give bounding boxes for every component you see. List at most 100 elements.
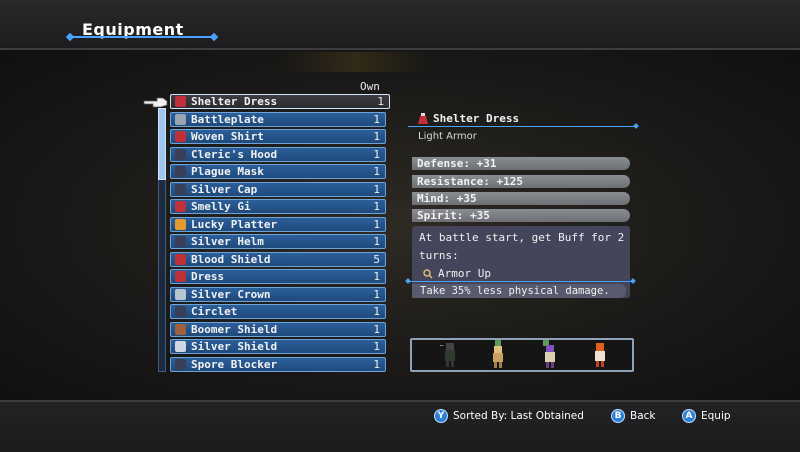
item-count: 1 bbox=[373, 112, 380, 126]
footer-bar bbox=[0, 400, 800, 452]
equip-hint[interactable]: A Equip bbox=[682, 409, 731, 423]
item-count: 5 bbox=[373, 252, 380, 266]
list-item[interactable]: Woven Shirt 1 bbox=[170, 129, 386, 144]
list-item[interactable]: Blood Shield 5 bbox=[170, 251, 386, 267]
item-count: 1 bbox=[373, 270, 380, 283]
dress-icon bbox=[418, 113, 428, 124]
list-item[interactable]: Smelly Gi 1 bbox=[170, 199, 386, 214]
stat-resistance: Resistance: +125 bbox=[412, 175, 630, 188]
detail-header: Shelter Dress bbox=[418, 112, 519, 125]
list-item[interactable]: Dress 1 bbox=[170, 269, 386, 284]
party-member-4[interactable] bbox=[590, 340, 610, 370]
own-column-header: Own bbox=[360, 80, 380, 93]
buff-row: Armor Up bbox=[423, 267, 491, 280]
buff-name: Armor Up bbox=[438, 267, 491, 280]
crown-icon bbox=[175, 288, 186, 300]
item-count: 1 bbox=[373, 305, 380, 318]
helm-icon bbox=[175, 236, 186, 247]
shirt-icon bbox=[175, 131, 186, 142]
list-item[interactable]: Circlet 1 bbox=[170, 304, 386, 319]
top-bar: Equipment bbox=[0, 0, 800, 50]
gi-icon bbox=[175, 201, 186, 212]
buff-description: Take 35% less physical damage. bbox=[412, 284, 626, 298]
list-item[interactable]: Boomer Shield 1 bbox=[170, 321, 386, 337]
item-count: 1 bbox=[373, 147, 380, 161]
sort-label: Sorted By: Last Obtained bbox=[453, 410, 584, 422]
item-count: 1 bbox=[373, 182, 380, 196]
item-count: 1 bbox=[373, 235, 380, 248]
equipment-list: Shelter Dress 1 Battleplate 1 Woven Shirt 1 Cl… bbox=[170, 94, 392, 374]
item-name: Shelter Dress bbox=[191, 95, 278, 108]
title-underline bbox=[70, 36, 214, 38]
party-member-1[interactable]: … bbox=[440, 340, 460, 370]
item-count: 1 bbox=[373, 340, 380, 353]
list-item[interactable]: Silver Cap 1 bbox=[170, 181, 386, 197]
item-name: Circlet bbox=[191, 305, 238, 318]
b-button-icon[interactable]: B bbox=[611, 409, 625, 423]
item-name: Woven Shirt bbox=[191, 130, 264, 143]
mushroom-icon bbox=[175, 358, 186, 370]
item-count: 1 bbox=[373, 287, 380, 301]
list-item[interactable]: Silver Helm 1 bbox=[170, 234, 386, 249]
item-name: Silver Shield bbox=[191, 340, 278, 353]
item-name: Plague Mask bbox=[191, 165, 264, 178]
shield-icon bbox=[175, 341, 186, 352]
list-item[interactable]: Silver Shield 1 bbox=[170, 339, 386, 354]
item-name: Boomer Shield bbox=[191, 322, 278, 336]
party-member-3[interactable] bbox=[540, 340, 560, 370]
item-name: Spore Blocker bbox=[191, 357, 278, 371]
item-name: Cleric's Hood bbox=[191, 147, 278, 161]
list-item[interactable]: Silver Crown 1 bbox=[170, 286, 386, 302]
party-member-2[interactable] bbox=[488, 340, 508, 370]
buff-divider bbox=[408, 281, 633, 282]
pointer-hand-icon bbox=[143, 97, 168, 108]
background-scene bbox=[0, 50, 800, 400]
back-label: Back bbox=[630, 410, 656, 422]
background-decoration bbox=[280, 52, 430, 72]
item-name: Battleplate bbox=[191, 112, 264, 126]
svg-text:…: … bbox=[440, 341, 444, 348]
stat-mind: Mind: +35 bbox=[412, 192, 630, 205]
armor-icon bbox=[175, 113, 186, 125]
effect-text: At battle start, get Buff for 2 turns: bbox=[419, 231, 625, 262]
list-item[interactable]: Lucky Platter 1 bbox=[170, 216, 386, 232]
stat-defense: Defense: +31 bbox=[412, 157, 630, 170]
shield-icon bbox=[175, 323, 186, 335]
mask-icon bbox=[175, 166, 186, 177]
item-count: 1 bbox=[373, 200, 380, 213]
dress-icon bbox=[175, 96, 186, 107]
item-count: 1 bbox=[373, 357, 380, 371]
armor-up-icon bbox=[423, 268, 433, 279]
list-item[interactable]: Cleric's Hood 1 bbox=[170, 146, 386, 162]
equip-label: Equip bbox=[701, 410, 731, 422]
y-button-icon[interactable]: Y bbox=[434, 409, 448, 423]
item-count: 1 bbox=[373, 217, 380, 231]
list-item[interactable]: Battleplate 1 bbox=[170, 111, 386, 127]
item-count: 1 bbox=[377, 95, 384, 108]
sort-hint[interactable]: Y Sorted By: Last Obtained bbox=[434, 409, 584, 423]
stat-spirit: Spirit: +35 bbox=[412, 209, 630, 222]
item-name: Dress bbox=[191, 270, 225, 283]
item-name: Silver Cap bbox=[191, 182, 258, 196]
back-hint[interactable]: B Back bbox=[611, 409, 656, 423]
item-name: Silver Helm bbox=[191, 235, 264, 248]
item-name: Lucky Platter bbox=[191, 217, 278, 231]
circlet-icon bbox=[175, 306, 186, 317]
detail-item-type: Light Armor bbox=[418, 131, 477, 142]
scrollbar-thumb[interactable] bbox=[158, 108, 166, 180]
list-item-selected[interactable]: Shelter Dress 1 bbox=[170, 94, 390, 109]
list-item[interactable]: Spore Blocker 1 bbox=[170, 356, 386, 372]
a-button-icon[interactable]: A bbox=[682, 409, 696, 423]
platter-icon bbox=[175, 218, 186, 230]
dress-icon bbox=[175, 271, 186, 282]
item-name: Smelly Gi bbox=[191, 200, 251, 213]
hood-icon bbox=[175, 148, 186, 160]
item-count: 1 bbox=[373, 322, 380, 336]
item-name: Blood Shield bbox=[191, 252, 271, 266]
item-count: 1 bbox=[373, 165, 380, 178]
item-count: 1 bbox=[373, 130, 380, 143]
detail-item-name: Shelter Dress bbox=[433, 112, 520, 125]
list-item[interactable]: Plague Mask 1 bbox=[170, 164, 386, 179]
cap-icon bbox=[175, 183, 186, 195]
item-name: Silver Crown bbox=[191, 287, 271, 301]
